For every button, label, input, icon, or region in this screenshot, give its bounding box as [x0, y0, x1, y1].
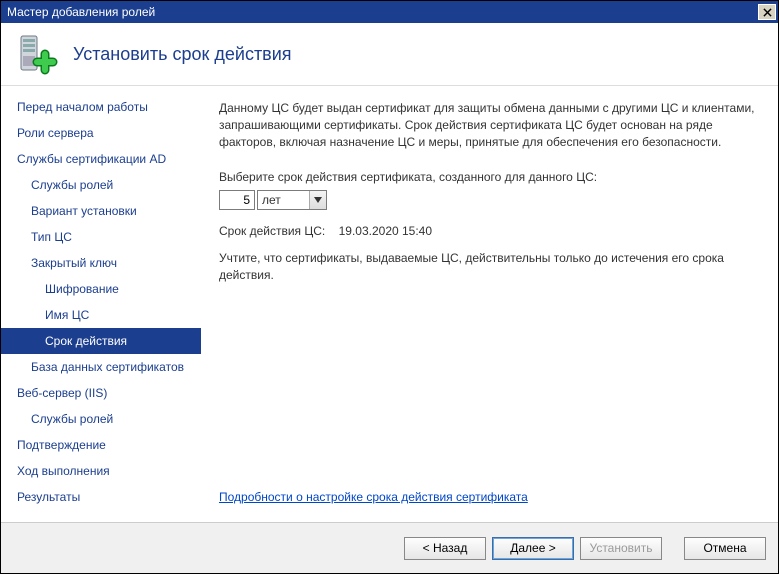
- content-pane: Данному ЦС будет выдан сертификат для за…: [201, 86, 778, 522]
- nav-before-start[interactable]: Перед началом работы: [1, 94, 201, 120]
- close-button[interactable]: [758, 4, 776, 20]
- select-validity-label: Выберите срок действия сертификата, созд…: [219, 170, 760, 184]
- nav-ad-cert-services[interactable]: Службы сертификации AD: [1, 146, 201, 172]
- details-link[interactable]: Подробности о настройке срока действия с…: [219, 490, 760, 504]
- description-text: Данному ЦС будет выдан сертификат для за…: [219, 100, 760, 150]
- nav-type-cs[interactable]: Тип ЦС: [1, 224, 201, 250]
- install-button: Установить: [580, 537, 662, 560]
- header: Установить срок действия: [1, 23, 778, 86]
- footer: < Назад Далее > Установить Отмена: [1, 522, 778, 573]
- nav-confirmation[interactable]: Подтверждение: [1, 432, 201, 458]
- nav-encryption[interactable]: Шифрование: [1, 276, 201, 302]
- nav-web-role-services[interactable]: Службы ролей: [1, 406, 201, 432]
- nav-role-services[interactable]: Службы ролей: [1, 172, 201, 198]
- duration-input[interactable]: [219, 190, 255, 210]
- nav-results[interactable]: Результаты: [1, 484, 201, 510]
- window-title: Мастер добавления ролей: [7, 5, 155, 19]
- duration-unit-value: лет: [262, 193, 281, 207]
- back-button[interactable]: < Назад: [404, 537, 486, 560]
- expire-value: 19.03.2020 15:40: [339, 224, 432, 238]
- titlebar: Мастер добавления ролей: [1, 1, 778, 23]
- cancel-button[interactable]: Отмена: [684, 537, 766, 560]
- nav-install-variant[interactable]: Вариант установки: [1, 198, 201, 224]
- wizard-window: Мастер добавления ролей Установить срок …: [0, 0, 779, 574]
- combo-dropdown-button[interactable]: [309, 191, 326, 209]
- expire-row: Срок действия ЦС: 19.03.2020 15:40: [219, 224, 760, 238]
- nav-private-key[interactable]: Закрытый ключ: [1, 250, 201, 276]
- nav-cert-db[interactable]: База данных сертификатов: [1, 354, 201, 380]
- validity-field: Выберите срок действия сертификата, созд…: [219, 170, 760, 210]
- duration-unit-combo[interactable]: лет: [257, 190, 327, 210]
- note-text: Учтите, что сертификаты, выдаваемые ЦС, …: [219, 250, 760, 284]
- next-button[interactable]: Далее >: [492, 537, 574, 560]
- body: Перед началом работы Роли сервера Службы…: [1, 86, 778, 522]
- nav-name-cs[interactable]: Имя ЦС: [1, 302, 201, 328]
- server-role-icon: [15, 32, 59, 76]
- nav-web-server[interactable]: Веб-сервер (IIS): [1, 380, 201, 406]
- expire-label: Срок действия ЦС:: [219, 224, 325, 238]
- nav-validity[interactable]: Срок действия: [1, 328, 201, 354]
- sidebar: Перед началом работы Роли сервера Службы…: [1, 86, 201, 522]
- nav-progress[interactable]: Ход выполнения: [1, 458, 201, 484]
- nav-server-roles[interactable]: Роли сервера: [1, 120, 201, 146]
- page-title: Установить срок действия: [73, 44, 292, 65]
